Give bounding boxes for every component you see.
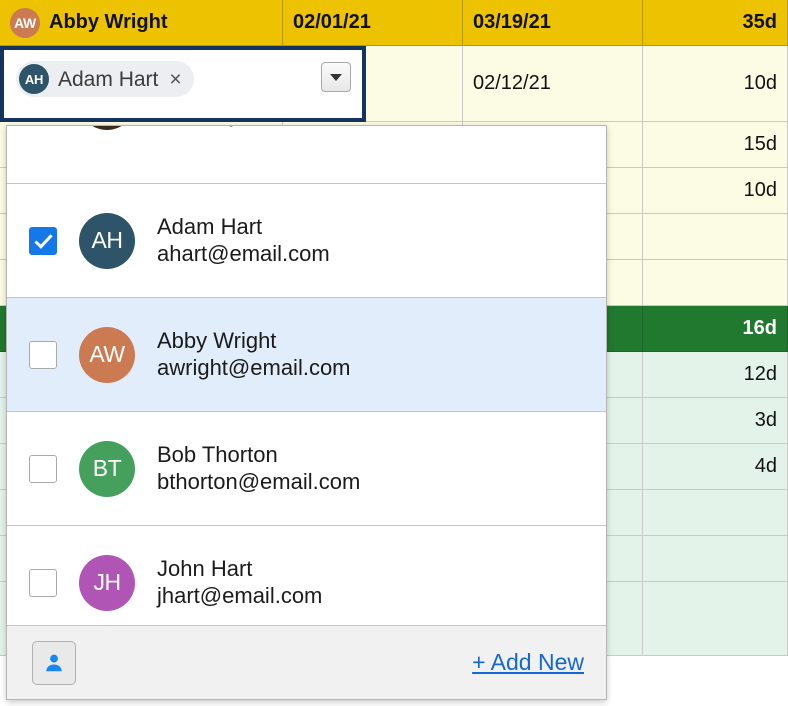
contact-email: bthorton@email.com (157, 468, 361, 494)
add-new-link[interactable]: + Add New (472, 649, 584, 676)
chip-avatar: AH (19, 64, 49, 94)
contact-name: Bob Thorton (157, 441, 278, 467)
cell-start-date[interactable]: 02/01/21 (283, 0, 463, 46)
contact-checkbox[interactable] (29, 568, 57, 597)
contact-name: Abby Wright (157, 327, 277, 353)
avatar: AH (79, 212, 135, 269)
chip-label: Adam Hart (58, 67, 159, 91)
contact-text: John Hart jhart@email.com (157, 556, 322, 610)
dropdown-footer: + Add New (7, 625, 606, 699)
contact-checkbox[interactable] (29, 454, 57, 483)
contact-option-inner: AH Adam Hart ahart@email.com (29, 212, 606, 269)
contact-option[interactable]: JH John Hart jhart@email.com (7, 526, 606, 625)
contact-checkbox[interactable] (29, 340, 57, 369)
contact-name: Adam Hart (157, 213, 263, 239)
contact-email: ahart@email.com (157, 240, 330, 266)
contact-option-list: Kate Ebykate.eby@smartsheet.com AH Adam Ha… (7, 126, 606, 625)
cell-duration[interactable] (643, 490, 788, 536)
cell-duration[interactable]: 35d (643, 0, 788, 46)
table-row[interactable]: AW Abby Wright 02/01/21 03/19/21 35d (0, 0, 788, 46)
contact-option-inner: BT Bob Thorton bthorton@email.com (29, 440, 606, 497)
contact-option[interactable]: AW Abby Wright awright@email.com (7, 298, 606, 412)
cell-duration[interactable]: 3d (643, 398, 788, 444)
contact-checkbox[interactable] (29, 226, 57, 255)
avatar (79, 126, 135, 130)
cell-end-date[interactable]: 03/19/21 (463, 0, 643, 46)
avatar: AW (79, 326, 135, 383)
contact-option[interactable]: BT Bob Thorton bthorton@email.com (7, 412, 606, 526)
contact-option[interactable]: AH Adam Hart ahart@email.com (7, 184, 606, 298)
cell-duration[interactable]: 10d (643, 168, 788, 214)
cell-duration[interactable]: 15d (643, 122, 788, 168)
contact-text: Abby Wright awright@email.com (157, 328, 351, 382)
cell-assigned-to[interactable]: AW Abby Wright (0, 0, 283, 46)
cell-end-date[interactable]: 02/12/21 (463, 46, 643, 122)
cell-duration[interactable]: 16d (643, 306, 788, 352)
contact-email: kate.eby@smartsheet.com (157, 126, 419, 129)
caret-glyph (330, 73, 342, 81)
cell-duration[interactable]: 12d (643, 352, 788, 398)
avatar: BT (79, 440, 135, 497)
contact-text: Bob Thorton bthorton@email.com (157, 442, 360, 496)
cell-duration[interactable] (643, 582, 788, 656)
person-icon[interactable] (32, 640, 76, 685)
avatar: JH (79, 554, 135, 611)
cell-duration[interactable]: 4d (643, 444, 788, 490)
cell-duration[interactable] (643, 214, 788, 260)
contact-dropdown-panel: Kate Ebykate.eby@smartsheet.com AH Adam Ha… (6, 125, 607, 700)
cell-duration[interactable] (643, 260, 788, 306)
contact-cell-editor[interactable]: AH Adam Hart × (0, 46, 366, 122)
cell-assigned-to-label: Abby Wright (49, 11, 168, 33)
remove-contact-icon[interactable]: × (169, 69, 189, 90)
contact-option-inner: JH John Hart jhart@email.com (29, 554, 606, 611)
avatar: AW (10, 7, 40, 38)
contact-chip[interactable]: AH Adam Hart × (16, 61, 194, 97)
contact-option-inner: AW Abby Wright awright@email.com (29, 326, 606, 383)
contact-email: jhart@email.com (157, 582, 323, 608)
contact-text: Adam Hart ahart@email.com (157, 214, 330, 268)
contact-text: Kate Ebykate.eby@smartsheet.com (157, 126, 419, 129)
spreadsheet-contact-picker: AWAbby Wright02/01/2103/19/2135d/2102/12… (0, 0, 788, 706)
chevron-down-icon[interactable] (321, 62, 351, 92)
cell-duration[interactable] (643, 536, 788, 582)
contact-name: John Hart (157, 555, 253, 581)
contact-email: awright@email.com (157, 354, 351, 380)
cell-duration[interactable]: 10d (643, 46, 788, 122)
contact-option[interactable]: Kate Ebykate.eby@smartsheet.com (7, 126, 606, 184)
contact-option-inner: Kate Ebykate.eby@smartsheet.com (29, 126, 606, 130)
